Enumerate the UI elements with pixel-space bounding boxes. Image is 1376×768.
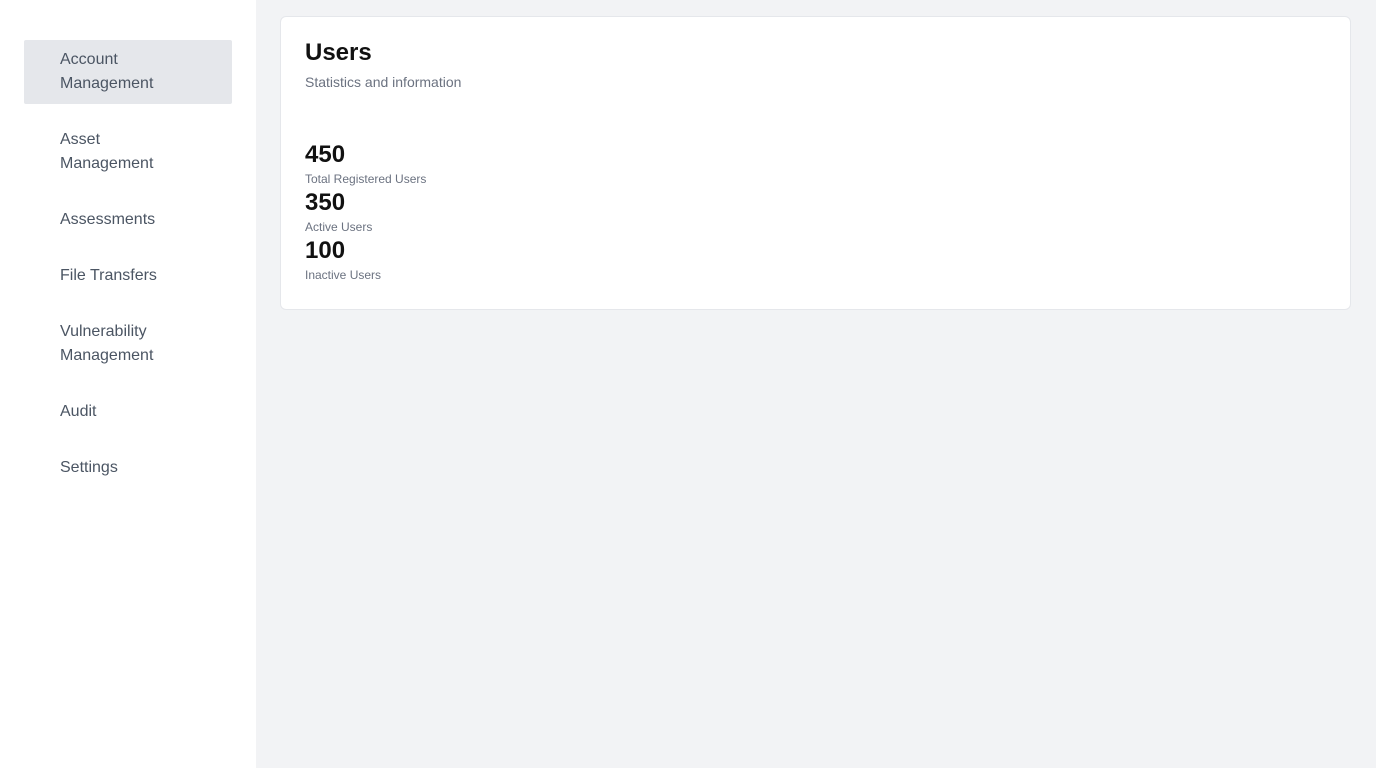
stat-active-users: 350 Active Users bbox=[305, 189, 1326, 235]
sidebar-item-file-transfers[interactable]: File Transfers bbox=[24, 256, 232, 296]
stats-list: 450 Total Registered Users 350 Active Us… bbox=[305, 141, 1326, 283]
sidebar-item-asset-management[interactable]: Asset Management bbox=[24, 120, 232, 184]
sidebar-item-label: Audit bbox=[60, 403, 97, 420]
card-subtitle: Statistics and information bbox=[305, 74, 462, 90]
app-root: Account Management Asset Management Asse… bbox=[0, 0, 1376, 768]
sidebar-item-account-management[interactable]: Account Management bbox=[24, 40, 232, 104]
users-card: Users Statistics and information 450 Tot… bbox=[280, 16, 1351, 310]
stat-value: 100 bbox=[305, 237, 346, 264]
stat-value: 350 bbox=[305, 189, 346, 216]
sidebar-item-audit[interactable]: Audit bbox=[24, 392, 232, 432]
sidebar-item-label: Settings bbox=[60, 459, 118, 476]
sidebar-item-label: Account Management bbox=[60, 51, 154, 92]
stat-inactive-users: 100 Inactive Users bbox=[305, 237, 1326, 283]
sidebar-item-settings[interactable]: Settings bbox=[24, 448, 232, 488]
main-content: Users Statistics and information 450 Tot… bbox=[256, 0, 1376, 768]
sidebar-item-label: Assessments bbox=[60, 211, 156, 228]
sidebar-item-assessments[interactable]: Assessments bbox=[24, 200, 232, 240]
stat-label: Inactive Users bbox=[305, 268, 382, 282]
sidebar-item-label: Vulnerability Management bbox=[60, 323, 154, 364]
card-title: Users bbox=[305, 39, 372, 66]
stat-label: Total Registered Users bbox=[305, 172, 427, 186]
sidebar: Account Management Asset Management Asse… bbox=[0, 0, 256, 768]
stat-total-registered-users: 450 Total Registered Users bbox=[305, 141, 1326, 187]
stat-label: Active Users bbox=[305, 220, 373, 234]
sidebar-item-vulnerability-management[interactable]: Vulnerability Management bbox=[24, 312, 232, 376]
sidebar-item-label: File Transfers bbox=[60, 267, 157, 284]
stat-value: 450 bbox=[305, 141, 346, 168]
sidebar-item-label: Asset Management bbox=[60, 131, 154, 172]
